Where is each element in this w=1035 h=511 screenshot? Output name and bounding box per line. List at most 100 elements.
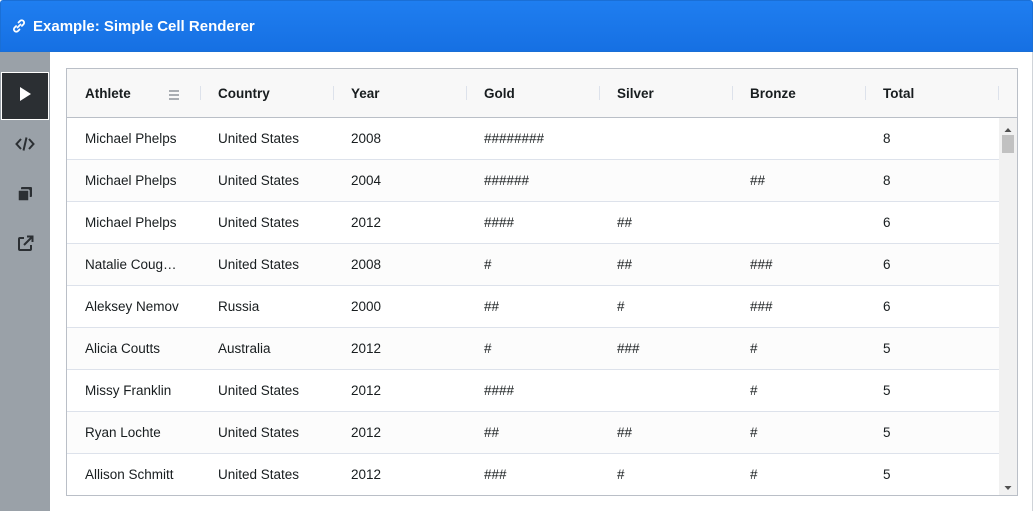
external-link-icon xyxy=(17,235,34,257)
year-cell[interactable]: 2008 xyxy=(333,244,466,285)
athlete-cell[interactable]: Michael Phelps xyxy=(67,202,200,243)
header-total[interactable]: Total xyxy=(865,69,998,117)
scrollbar-thumb[interactable] xyxy=(1002,135,1014,153)
year-cell[interactable]: 2012 xyxy=(333,328,466,369)
vertical-scrollbar[interactable] xyxy=(999,118,1017,495)
column-menu-icon[interactable] xyxy=(168,87,180,100)
country-cell[interactable]: United States xyxy=(200,370,333,411)
header-silver[interactable]: Silver xyxy=(599,69,732,117)
silver-cell[interactable]: ### xyxy=(599,328,732,369)
gold-cell[interactable]: #### xyxy=(466,370,599,411)
bronze-cell[interactable]: # xyxy=(732,328,865,369)
athlete-cell[interactable]: Aleksey Nemov xyxy=(67,286,200,327)
header-bronze[interactable]: Bronze xyxy=(732,69,865,117)
silver-cell[interactable]: ## xyxy=(599,202,732,243)
example-sidebar xyxy=(0,52,50,511)
total-cell[interactable]: 6 xyxy=(865,286,999,327)
country-cell[interactable]: Australia xyxy=(200,328,333,369)
country-cell[interactable]: United States xyxy=(200,244,333,285)
code-icon xyxy=(15,136,35,157)
gold-cell[interactable]: #### xyxy=(466,202,599,243)
silver-cell[interactable] xyxy=(599,370,732,411)
table-row[interactable]: Alicia Coutts Australia 2012 # ### # 5 xyxy=(67,328,999,370)
table-row[interactable]: Missy Franklin United States 2012 #### #… xyxy=(67,370,999,412)
year-cell[interactable]: 2000 xyxy=(333,286,466,327)
example-title-bar: Example: Simple Cell Renderer xyxy=(0,0,1033,52)
total-cell[interactable]: 5 xyxy=(865,328,999,369)
silver-cell[interactable]: ## xyxy=(599,412,732,453)
country-cell[interactable]: United States xyxy=(200,412,333,453)
table-row[interactable]: Natalie Coug… United States 2008 # ## ##… xyxy=(67,244,999,286)
bronze-cell[interactable]: # xyxy=(732,454,865,495)
table-row[interactable]: Aleksey Nemov Russia 2000 ## # ### 6 xyxy=(67,286,999,328)
example-title: Example: Simple Cell Renderer xyxy=(33,17,255,35)
bronze-cell[interactable]: ### xyxy=(732,286,865,327)
code-button[interactable] xyxy=(1,122,49,170)
gold-cell[interactable]: # xyxy=(466,328,599,369)
total-cell[interactable]: 8 xyxy=(865,118,999,159)
athlete-cell[interactable]: Missy Franklin xyxy=(67,370,200,411)
grid-header: Athlete Country Year Gold Silver Bronze … xyxy=(67,69,1017,118)
run-button[interactable] xyxy=(1,72,49,120)
athlete-cell[interactable]: Natalie Coug… xyxy=(67,244,200,285)
open-external-button[interactable] xyxy=(1,222,49,270)
header-athlete[interactable]: Athlete xyxy=(67,69,200,117)
total-cell[interactable]: 5 xyxy=(865,412,999,453)
scroll-down-arrow-icon[interactable] xyxy=(1003,480,1013,490)
table-row[interactable]: Michael Phelps United States 2008 ######… xyxy=(67,118,999,160)
silver-cell[interactable]: # xyxy=(599,454,732,495)
header-label: Country xyxy=(218,85,270,101)
bronze-cell[interactable] xyxy=(732,202,865,243)
athlete-cell[interactable]: Michael Phelps xyxy=(67,118,200,159)
silver-cell[interactable] xyxy=(599,118,732,159)
table-row[interactable]: Michael Phelps United States 2012 #### #… xyxy=(67,202,999,244)
table-row[interactable]: Ryan Lochte United States 2012 ## ## # 5 xyxy=(67,412,999,454)
athlete-cell[interactable]: Allison Schmitt xyxy=(67,454,200,495)
header-separator[interactable] xyxy=(998,86,999,100)
header-gold[interactable]: Gold xyxy=(466,69,599,117)
athlete-cell[interactable]: Ryan Lochte xyxy=(67,412,200,453)
bronze-cell[interactable]: # xyxy=(732,412,865,453)
total-cell[interactable]: 5 xyxy=(865,370,999,411)
table-row[interactable]: Allison Schmitt United States 2012 ### #… xyxy=(67,454,999,495)
bronze-cell[interactable]: ### xyxy=(732,244,865,285)
silver-cell[interactable] xyxy=(599,160,732,201)
bronze-cell[interactable]: ## xyxy=(732,160,865,201)
header-label: Gold xyxy=(484,85,515,101)
total-cell[interactable]: 6 xyxy=(865,202,999,243)
country-cell[interactable]: United States xyxy=(200,160,333,201)
gold-cell[interactable]: ######## xyxy=(466,118,599,159)
bronze-cell[interactable]: # xyxy=(732,370,865,411)
header-year[interactable]: Year xyxy=(333,69,466,117)
gold-cell[interactable]: ## xyxy=(466,286,599,327)
athlete-cell[interactable]: Alicia Coutts xyxy=(67,328,200,369)
year-cell[interactable]: 2012 xyxy=(333,412,466,453)
country-cell[interactable]: United States xyxy=(200,454,333,495)
athlete-cell[interactable]: Michael Phelps xyxy=(67,160,200,201)
country-cell[interactable]: United States xyxy=(200,118,333,159)
gold-cell[interactable]: ### xyxy=(466,454,599,495)
year-cell[interactable]: 2012 xyxy=(333,370,466,411)
scroll-up-arrow-icon[interactable] xyxy=(1003,122,1013,132)
total-cell[interactable]: 8 xyxy=(865,160,999,201)
gold-cell[interactable]: ###### xyxy=(466,160,599,201)
silver-cell[interactable]: ## xyxy=(599,244,732,285)
header-label: Year xyxy=(351,85,380,101)
header-label: Silver xyxy=(617,85,654,101)
year-cell[interactable]: 2008 xyxy=(333,118,466,159)
country-cell[interactable]: United States xyxy=(200,202,333,243)
year-cell[interactable]: 2012 xyxy=(333,454,466,495)
header-label: Total xyxy=(883,85,915,101)
total-cell[interactable]: 5 xyxy=(865,454,999,495)
gold-cell[interactable]: ## xyxy=(466,412,599,453)
copy-button[interactable] xyxy=(1,172,49,220)
total-cell[interactable]: 6 xyxy=(865,244,999,285)
country-cell[interactable]: Russia xyxy=(200,286,333,327)
table-row[interactable]: Michael Phelps United States 2004 ######… xyxy=(67,160,999,202)
gold-cell[interactable]: # xyxy=(466,244,599,285)
year-cell[interactable]: 2012 xyxy=(333,202,466,243)
bronze-cell[interactable] xyxy=(732,118,865,159)
year-cell[interactable]: 2004 xyxy=(333,160,466,201)
silver-cell[interactable]: # xyxy=(599,286,732,327)
header-country[interactable]: Country xyxy=(200,69,333,117)
